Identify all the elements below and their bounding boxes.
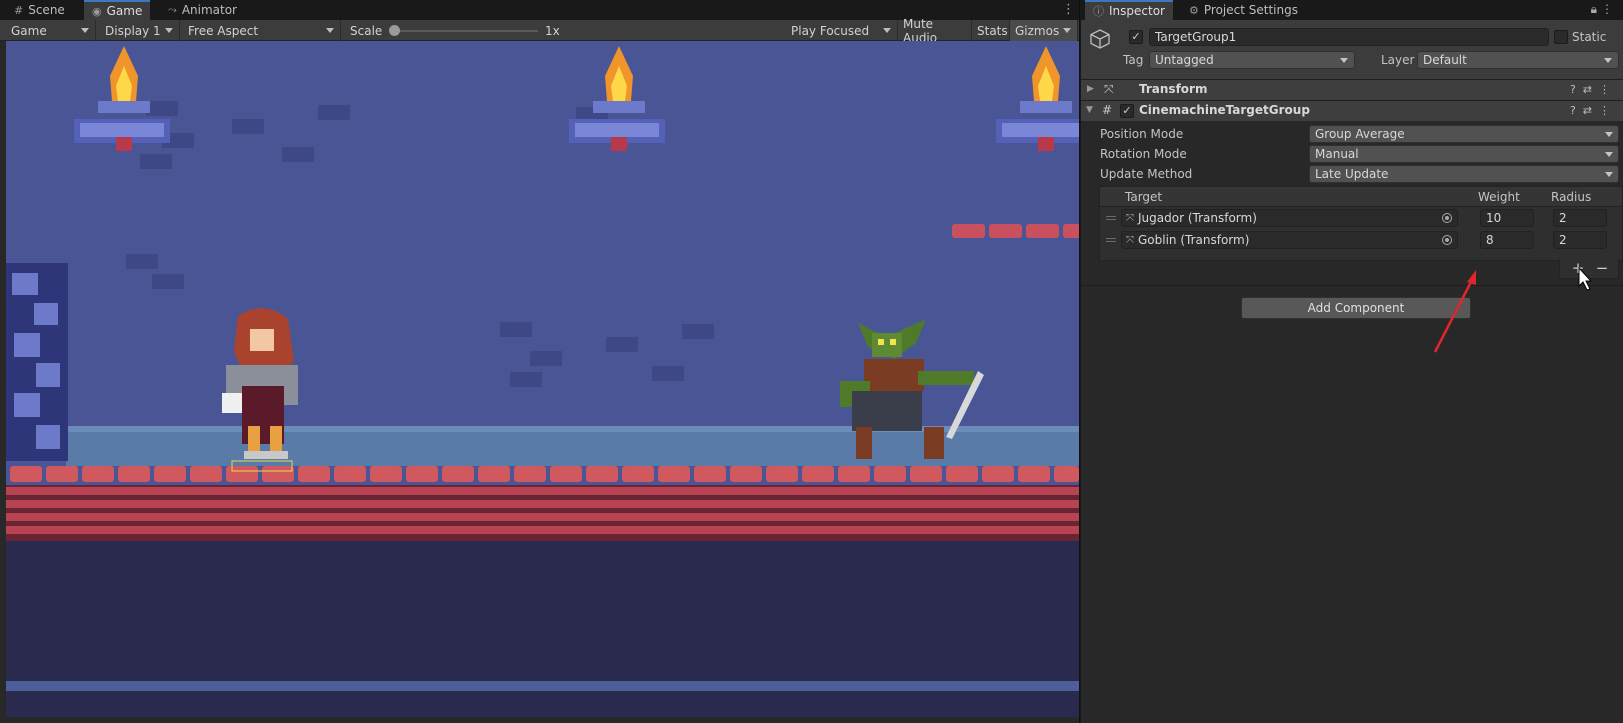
- game-viewport[interactable]: [6, 41, 1079, 717]
- scale-slider-track[interactable]: [392, 30, 538, 32]
- mute-audio-toggle[interactable]: Mute Audio: [898, 17, 972, 45]
- tab-scene-label: Scene: [28, 3, 65, 17]
- game-scene-art: [6, 41, 1079, 717]
- stats-toggle[interactable]: Stats: [972, 20, 1010, 41]
- tab-game[interactable]: ◉ Game: [84, 0, 151, 20]
- game-mode-dropdown[interactable]: Game: [6, 20, 96, 41]
- scale-value: 1x: [545, 23, 560, 38]
- stone-pillar: [6, 263, 68, 461]
- tab-scene[interactable]: # Scene: [6, 0, 73, 20]
- scale-slider-thumb[interactable]: [389, 25, 400, 36]
- inspector-panel: ⓘ Inspector ⚙ Project Settings 🔒︎⋮ ✓ Tar…: [1081, 0, 1623, 723]
- scale-label: Scale: [350, 23, 383, 38]
- animator-icon: ⤳: [168, 3, 177, 16]
- annotation-overlay: [1433, 266, 1593, 353]
- play-focused-dropdown[interactable]: Play Focused: [786, 20, 898, 41]
- aspect-dropdown[interactable]: Free Aspect: [183, 20, 341, 41]
- chevron-down-icon: [165, 28, 173, 33]
- gizmos-label: Gizmos: [1015, 23, 1060, 38]
- game-mode-label: Game: [11, 23, 47, 38]
- chevron-down-icon: [326, 28, 334, 33]
- game-toolbar: Game Display 1 Free Aspect Scale 1x Play…: [0, 17, 1079, 45]
- tab-game-label: Game: [106, 4, 143, 18]
- tab-animator-label: Animator: [181, 3, 237, 17]
- gizmos-toggle[interactable]: Gizmos: [1010, 20, 1078, 41]
- unity-editor: # Scene ◉ Game ⤳ Animator ⋮ Game Display…: [0, 0, 1623, 723]
- display-label: Display 1: [105, 23, 161, 38]
- annotation-arrowhead: [1467, 270, 1476, 285]
- annotation-arrow: [1433, 279, 1474, 353]
- game-panel: # Scene ◉ Game ⤳ Animator ⋮ Game Display…: [0, 0, 1080, 723]
- chevron-down-icon: [883, 28, 891, 33]
- game-tab-menu-icon[interactable]: ⋮: [1062, 2, 1075, 17]
- grid-icon: #: [14, 3, 24, 17]
- floor-top-bricks: [10, 466, 1079, 482]
- gamepad-icon: ◉: [92, 4, 102, 18]
- play-focused-label: Play Focused: [791, 23, 870, 38]
- display-dropdown[interactable]: Display 1: [100, 20, 180, 41]
- tab-animator[interactable]: ⤳ Animator: [160, 0, 245, 20]
- chevron-down-icon: [1063, 28, 1071, 33]
- mouse-cursor-icon: [1578, 266, 1593, 291]
- chevron-down-icon: [81, 28, 89, 33]
- aspect-label: Free Aspect: [188, 23, 259, 38]
